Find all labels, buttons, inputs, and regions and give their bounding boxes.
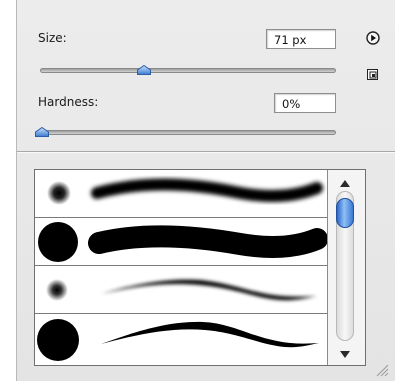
soft-round-tip-icon: [47, 181, 71, 205]
scroll-down-arrow-icon[interactable]: [340, 351, 350, 358]
new-preset-icon[interactable]: [367, 69, 379, 81]
brush-preset-panel: Size: 71 px Hardness: 0%: [16, 0, 395, 381]
scroll-thumb[interactable]: [336, 198, 354, 228]
size-label: Size:: [38, 31, 67, 45]
hardness-label: Hardness:: [38, 95, 99, 109]
resize-grip-icon[interactable]: [375, 363, 389, 377]
brush-preset-item[interactable]: [35, 314, 327, 361]
hardness-slider-thumb[interactable]: [35, 127, 49, 137]
scroll-up-arrow-icon[interactable]: [340, 180, 350, 187]
size-field[interactable]: 71 px: [266, 29, 336, 49]
hard-round-tip-icon: [38, 222, 78, 262]
hardness-field[interactable]: 0%: [274, 93, 336, 113]
brush-preview: [46, 279, 317, 301]
hard-round-tip-icon: [37, 319, 79, 361]
brush-preset-item[interactable]: [35, 170, 327, 218]
brush-list-scrollbar[interactable]: [327, 170, 365, 365]
size-slider-thumb[interactable]: [137, 65, 151, 75]
soft-round-tip-icon: [46, 279, 68, 301]
brush-preset-item[interactable]: [35, 266, 327, 314]
panel-divider: [17, 151, 395, 153]
brush-preview: [38, 222, 327, 262]
brush-preview: [47, 178, 323, 205]
hardness-slider-track[interactable]: [40, 130, 336, 135]
brush-preset-list: [34, 169, 366, 366]
brush-preset-item[interactable]: [35, 218, 327, 266]
brush-preview: [37, 319, 319, 361]
size-slider-track[interactable]: [40, 68, 336, 73]
play-circle-icon[interactable]: [366, 31, 380, 45]
